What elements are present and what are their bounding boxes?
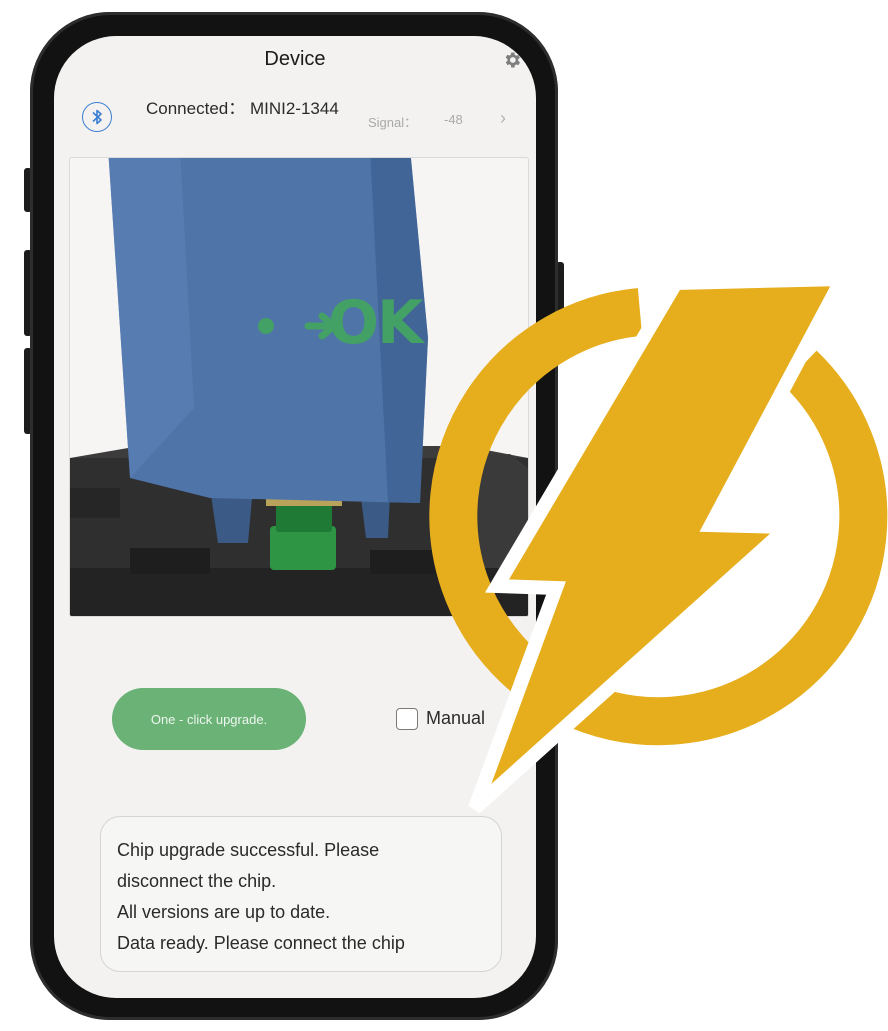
connection-status: Connected： MINI2-1344	[146, 99, 339, 118]
page-title: Device	[264, 48, 326, 70]
lightning-power-icon	[429, 271, 888, 814]
log-line: Chip upgrade successful. Please	[117, 840, 380, 860]
chevron-right-icon[interactable]: ›	[500, 108, 506, 129]
status-log: Chip upgrade successful. Please disconne…	[100, 816, 502, 972]
signal-label: Signal：	[368, 115, 418, 130]
log-line: disconnect the chip.	[117, 871, 277, 891]
gear-icon[interactable]	[502, 50, 522, 70]
log-line: All versions are up to date.	[117, 902, 331, 922]
log-line: Data ready. Please connect the chip	[117, 933, 405, 953]
signal-value: -48	[444, 112, 463, 127]
nav-bar: Device	[54, 36, 536, 88]
connection-row[interactable]: Connected： MINI2-1344 Signal： -48 ›	[54, 94, 536, 150]
one-click-upgrade-button[interactable]: One - click upgrade.	[112, 688, 306, 750]
bluetooth-icon	[82, 102, 112, 132]
